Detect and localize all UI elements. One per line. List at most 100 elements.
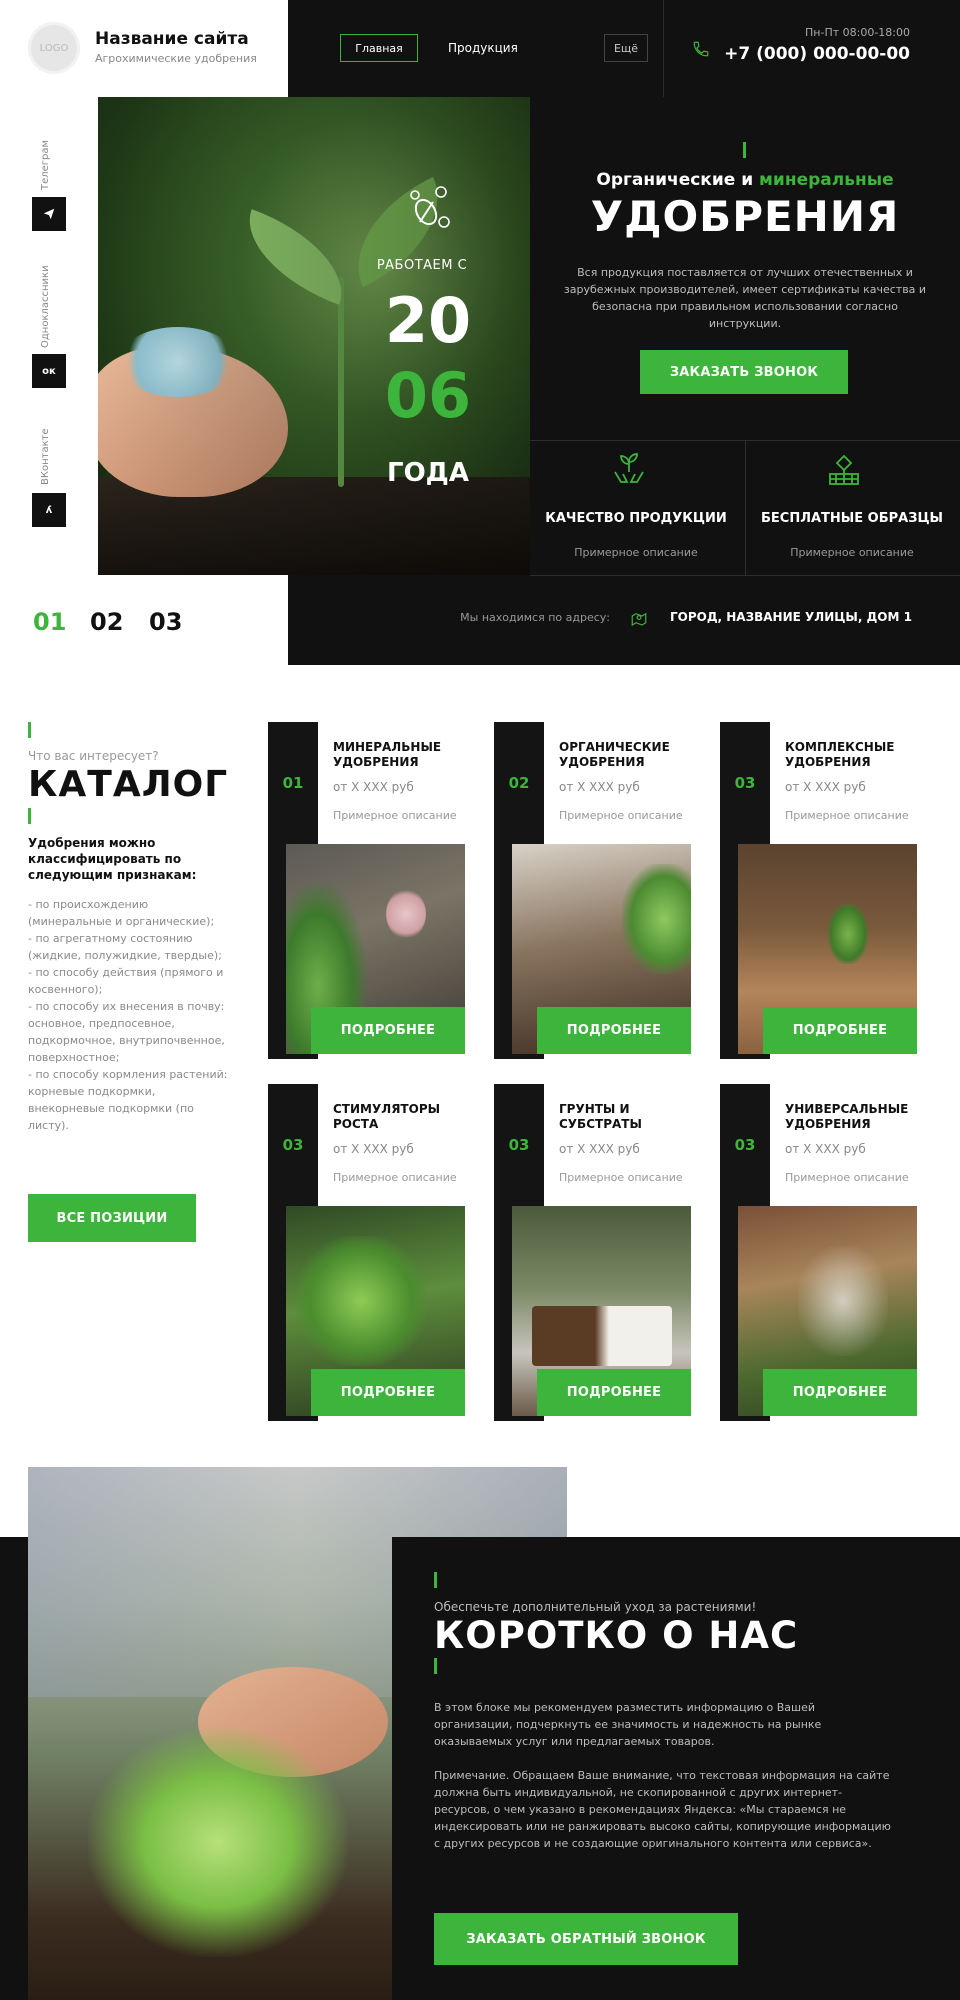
- telegram-button[interactable]: [32, 197, 66, 231]
- odnoklassniki-icon: ок: [42, 365, 56, 377]
- card-title[interactable]: МИНЕРАЛЬНЫЕ УДОБРЕНИЯ: [333, 740, 473, 770]
- social-label-vk: ВКонтакте: [40, 428, 51, 485]
- details-button[interactable]: ПОДРОБНЕЕ: [537, 1369, 691, 1416]
- card-description: Примерное описание: [559, 1171, 683, 1184]
- card-title[interactable]: ОРГАНИЧЕСКИЕ УДОБРЕНИЯ: [559, 740, 699, 770]
- site-subtitle: Агрохимические удобрения: [95, 52, 257, 65]
- details-button[interactable]: ПОДРОБНЕЕ: [537, 1007, 691, 1054]
- hero-subtitle: Органические и минеральные: [530, 170, 960, 190]
- card-price: от Х ХХХ руб: [333, 780, 414, 794]
- accent-bar: [28, 808, 31, 824]
- slider-page-1[interactable]: 01: [33, 608, 66, 636]
- work-hours: Пн-Пт 08:00-18:00: [805, 26, 910, 39]
- nav-more-button[interactable]: Ещё: [604, 34, 648, 62]
- hero-description: Вся продукция поставляется от лучших оте…: [563, 266, 927, 330]
- about-kicker: Обеспечьте дополнительный уход за растен…: [434, 1600, 757, 1614]
- catalog-card[interactable]: 03 ГРУНТЫ И СУБСТРАТЫ от Х ХХХ руб Приме…: [494, 1084, 705, 1421]
- phone-number[interactable]: +7 (000) 000-00-00: [700, 44, 910, 64]
- accent-bar: [434, 1572, 437, 1588]
- details-button[interactable]: ПОДРОБНЕЕ: [763, 1007, 917, 1054]
- year-digits-top: 20: [384, 284, 472, 357]
- card-number: 02: [508, 774, 530, 792]
- catalog-card[interactable]: 01 МИНЕРАЛЬНЫЕ УДОБРЕНИЯ от Х ХХХ руб Пр…: [268, 722, 479, 1059]
- card-price: от Х ХХХ руб: [559, 780, 640, 794]
- card-image-plant: [828, 904, 868, 964]
- accent-bar: [28, 722, 31, 738]
- card-price: от Х ХХХ руб: [785, 780, 866, 794]
- card-number: 03: [282, 1136, 304, 1154]
- vk-button[interactable]: ʎ: [32, 493, 66, 527]
- odnoklassniki-button[interactable]: ок: [32, 354, 66, 388]
- card-title[interactable]: КОМПЛЕКСНЫЕ УДОБРЕНИЯ: [785, 740, 925, 770]
- accent-bar: [743, 142, 746, 158]
- feature-title: БЕСПЛАТНЫЕ ОБРАЗЦЫ: [760, 511, 943, 526]
- card-image-spray: [798, 1246, 888, 1356]
- vk-icon: ʎ: [45, 504, 53, 516]
- about-note: Примечание. Обращаем Ваше внимание, что …: [434, 1769, 891, 1850]
- slider-page-2[interactable]: 02: [90, 608, 123, 636]
- nav-item-home[interactable]: Главная: [340, 34, 418, 62]
- card-image-plant: [296, 1236, 426, 1366]
- card-image-granules: [386, 889, 426, 939]
- slider-page-3[interactable]: 03: [149, 608, 182, 636]
- site-logo[interactable]: LOGO: [28, 22, 80, 74]
- fertilizer-npk-icon: [400, 180, 456, 236]
- card-price: от Х ХХХ руб: [559, 1142, 640, 1156]
- card-number: 03: [508, 1136, 530, 1154]
- address-label: Мы находимся по адресу:: [460, 611, 610, 624]
- details-button[interactable]: ПОДРОБНЕЕ: [763, 1369, 917, 1416]
- hero-subtitle-green: минеральные: [759, 170, 894, 190]
- card-price: от Х ХХХ руб: [333, 1142, 414, 1156]
- map-pin-icon: [629, 609, 649, 629]
- details-button[interactable]: ПОДРОБНЕЕ: [311, 1007, 465, 1054]
- about-photo-seedling: [88, 1727, 348, 1957]
- hero-title: УДОБРЕНИЯ: [590, 192, 900, 241]
- hero-subtitle-white: Органические и: [596, 170, 760, 190]
- address-value: ГОРОД, НАЗВАНИЕ УЛИЦЫ, ДОМ 1: [670, 610, 912, 624]
- telegram-icon: [42, 207, 56, 221]
- card-number: 03: [734, 1136, 756, 1154]
- social-label-telegram: Телеграм: [40, 139, 51, 190]
- about-paragraph: В этом блоке мы рекомендуем разместить и…: [434, 1701, 822, 1748]
- all-items-button[interactable]: ВСЕ ПОЗИЦИИ: [28, 1194, 196, 1242]
- card-number: 01: [282, 774, 304, 792]
- year-word: ГОДА: [387, 458, 469, 488]
- work-since-label: РАБОТАЕМ С: [376, 258, 468, 273]
- accent-bar: [434, 1658, 437, 1674]
- catalog-card[interactable]: 03 СТИМУЛЯТОРЫ РОСТА от Х ХХХ руб Пример…: [268, 1084, 479, 1421]
- catalog-subheading: Удобрения можно классифицировать по след…: [28, 836, 197, 882]
- card-description: Примерное описание: [333, 809, 457, 822]
- catalog-card[interactable]: 02 ОРГАНИЧЕСКИЕ УДОБРЕНИЯ от Х ХХХ руб П…: [494, 722, 705, 1059]
- soil-sample-icon: [824, 450, 864, 490]
- feature-description: Примерное описание: [790, 546, 914, 559]
- catalog-classification-list: - по происхождению (минеральные и органи…: [28, 898, 228, 1132]
- year-digits-bottom: 06: [384, 359, 472, 432]
- card-description: Примерное описание: [785, 1171, 909, 1184]
- feature-title: КАЧЕСТВО ПРОДУКЦИИ: [545, 511, 727, 526]
- catalog-card[interactable]: 03 КОМПЛЕКСНЫЕ УДОБРЕНИЯ от Х ХХХ руб Пр…: [720, 722, 931, 1059]
- catalog-kicker: Что вас интересует?: [28, 749, 159, 763]
- catalog-card[interactable]: 03 УНИВЕРСАЛЬНЫЕ УДОБРЕНИЯ от Х ХХХ руб …: [720, 1084, 931, 1421]
- card-description: Примерное описание: [785, 809, 909, 822]
- nav-item-products[interactable]: Продукция: [448, 34, 518, 62]
- catalog-title: КАТАЛОГ: [28, 764, 229, 805]
- card-image-plant: [622, 864, 691, 974]
- card-description: Примерное описание: [333, 1171, 457, 1184]
- card-number: 03: [734, 774, 756, 792]
- site-name[interactable]: Название сайта: [95, 29, 249, 49]
- card-description: Примерное описание: [559, 809, 683, 822]
- details-button[interactable]: ПОДРОБНЕЕ: [311, 1369, 465, 1416]
- about-title: КОРОТКО О НАС: [434, 1614, 799, 1657]
- card-title[interactable]: УНИВЕРСАЛЬНЫЕ УДОБРЕНИЯ: [785, 1102, 925, 1132]
- order-call-button[interactable]: ЗАКАЗАТЬ ЗВОНОК: [640, 350, 848, 394]
- card-title[interactable]: ГРУНТЫ И СУБСТРАТЫ: [559, 1102, 699, 1132]
- feature-description: Примерное описание: [574, 546, 698, 559]
- hands-plant-icon: [609, 450, 649, 490]
- divider: [530, 575, 960, 576]
- social-label-odnoklassniki: Одноклассники: [40, 265, 51, 348]
- order-callback-button[interactable]: ЗАКАЗАТЬ ОБРАТНЫЙ ЗВОНОК: [434, 1913, 738, 1965]
- divider: [745, 440, 746, 575]
- header-divider: [663, 0, 664, 97]
- card-image-substrate: [532, 1306, 672, 1366]
- card-title[interactable]: СТИМУЛЯТОРЫ РОСТА: [333, 1102, 473, 1132]
